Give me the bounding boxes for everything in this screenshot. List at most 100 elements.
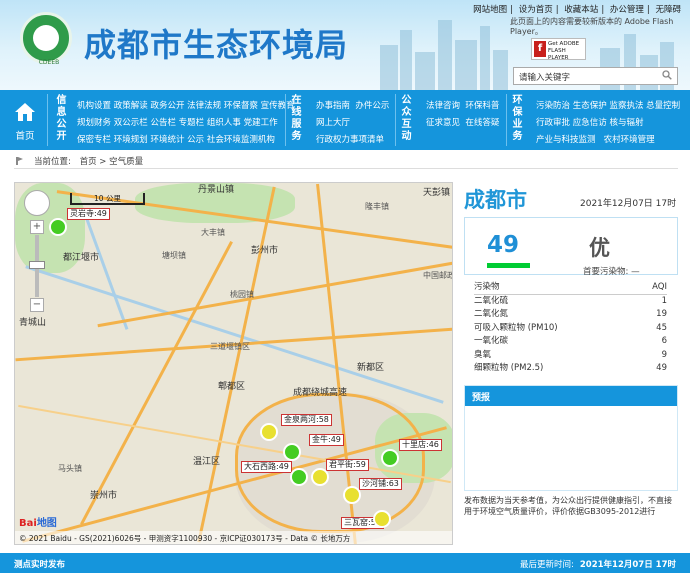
map-place: 都江堰市	[63, 253, 100, 263]
top-link-set-home[interactable]: 设为首页	[519, 5, 553, 15]
nav-link[interactable]: 法律咨询 环保科普	[426, 99, 499, 111]
map-place: 成都绕城高速	[293, 388, 348, 398]
station-marker[interactable]	[343, 486, 361, 504]
site-header: CDEEB 成都市生态环境局 网站地图 | 设为首页 | 收藏本站 | 办公管理 | 无…	[0, 0, 690, 90]
aqi-level-bar	[487, 263, 530, 268]
main-nav: 首页 信息公开 机构设置 政策解读 政务公开 法律法规 环保督察 宣传教育 规划…	[0, 90, 690, 150]
forecast-panel: 预报	[464, 385, 678, 491]
nav-group-info[interactable]: 信息公开	[55, 95, 68, 143]
station-label: 君平街:59	[326, 459, 369, 471]
map-place: 马头镇	[58, 464, 82, 473]
station-marker[interactable]	[283, 443, 301, 461]
map-place: 温江区	[193, 457, 221, 467]
air-quality-map[interactable]: 丹景山镇 大丰镇 都江堰市 彭州市 塘坝镇 隆丰镇 天彭镇 青城山 桃园镇 三道…	[14, 182, 453, 545]
top-link-office[interactable]: 办公管理	[610, 5, 644, 15]
nav-link[interactable]: 产业与科技监测 农村环境管理	[536, 133, 655, 145]
aqi-summary: 49 优 首要污染物: —	[464, 217, 678, 277]
station-marker[interactable]	[373, 510, 391, 528]
map-compass[interactable]	[24, 190, 50, 216]
station-label: 沙河铺:63	[359, 478, 402, 490]
nav-link[interactable]: 征求意见 在线答疑	[426, 116, 499, 128]
disclaimer-text: 发布数据为当天参考值，为公众出行提供健康指引，不直接用于环境空气质量评价，评价依…	[464, 496, 672, 516]
aqi-level: 优	[589, 236, 610, 260]
breadcrumb-home[interactable]: 首页	[80, 157, 97, 167]
site-title: 成都市生态环境局	[84, 26, 349, 64]
nav-link[interactable]: 办事指南 办件公示	[316, 99, 389, 111]
top-link-bookmark[interactable]: 收藏本站	[564, 5, 598, 15]
aqi-value: 49	[487, 232, 520, 258]
footer-title: 测点实时发布	[14, 560, 66, 570]
map-place: 塘坝镇	[162, 251, 186, 260]
nav-group-interaction[interactable]: 公众互动	[400, 95, 413, 143]
station-marker[interactable]	[290, 468, 308, 486]
nav-link[interactable]: 规划财务 双公示栏 公告栏 专题栏 组织人事 党建工作	[77, 116, 278, 128]
map-place: 彭州市	[251, 246, 279, 256]
search-placeholder: 请输入关键字	[519, 73, 571, 83]
baidu-logo: Bai地图	[19, 518, 57, 529]
map-place: 丹景山镇	[198, 185, 235, 195]
breadcrumb: 当前位置: 首页 > 空气质量	[14, 153, 678, 169]
map-place: 天彭镇	[423, 188, 451, 198]
get-flash-button[interactable]: f Get ADOBE FLASH PLAYER	[531, 38, 586, 61]
zoom-slider-handle[interactable]	[29, 261, 45, 269]
nav-link[interactable]: 保密专栏 环境规划 环境统计 公示 社会环境监测机构	[77, 133, 275, 145]
map-scale: 10 公里	[70, 193, 145, 205]
search-input[interactable]: 请输入关键字	[513, 67, 678, 85]
zoom-in-button[interactable]: +	[30, 220, 44, 234]
map-place: 桃园镇	[230, 290, 254, 299]
zoom-out-button[interactable]: −	[30, 298, 44, 312]
station-label: 金牛:49	[309, 434, 344, 446]
station-label: 灵岩寺:49	[67, 208, 110, 220]
search-icon[interactable]	[662, 70, 672, 80]
table-header: 污染物 AQI	[474, 281, 667, 295]
station-label: 金泉两河:58	[281, 414, 332, 426]
map-place: 大丰镇	[201, 228, 225, 237]
nav-link[interactable]: 行政权力事项清单	[316, 133, 384, 145]
last-update: 最后更新时间: 2021年12月07日 17时	[520, 560, 676, 570]
home-icon	[15, 103, 35, 121]
map-place: 三道堰镇区	[210, 342, 250, 351]
map-place: 郫都区	[218, 382, 246, 392]
nav-link[interactable]: 网上大厅	[316, 116, 350, 128]
table-row: 二氧化硫 1	[474, 295, 667, 306]
nav-link[interactable]: 机构设置 政策解读 政务公开 法律法规 环保督察 宣传教育	[77, 99, 295, 111]
nav-group-business[interactable]: 环保业务	[511, 95, 524, 143]
station-marker[interactable]	[49, 218, 67, 236]
nav-home[interactable]: 首页	[8, 90, 42, 150]
map-place: 崇州市	[90, 491, 118, 501]
get-flash-label: Get ADOBE FLASH PLAYER	[548, 41, 580, 61]
breadcrumb-prefix: 当前位置:	[34, 157, 71, 167]
top-links: 网站地图 | 设为首页 | 收藏本站 | 办公管理 | 无障碍	[473, 5, 681, 15]
map-place: 隆丰镇	[365, 202, 389, 211]
table-row: 二氧化氮 19	[474, 309, 667, 319]
nav-group-service[interactable]: 在线服务	[290, 95, 303, 143]
pollutant-table: 污染物 AQI 二氧化硫 1 二氧化氮 19 可吸入颗粒物 (PM10) 45 一氧化碳…	[474, 281, 667, 376]
table-row: 可吸入颗粒物 (PM10) 45	[474, 322, 667, 333]
station-marker[interactable]	[260, 423, 278, 441]
logo-text: CDEEB	[38, 59, 60, 66]
footer-bar: 测点实时发布 最后更新时间: 2021年12月07日 17时	[0, 553, 690, 573]
nav-link[interactable]: 行政审批 应急信访 核与辐射	[536, 116, 643, 128]
forecast-title: 预报	[465, 386, 677, 406]
aqi-datetime: 2021年12月07日 17时	[580, 199, 677, 209]
top-link-accessibility[interactable]: 无障碍	[655, 5, 681, 15]
station-marker[interactable]	[381, 449, 399, 467]
map-place: 中国邮政	[423, 271, 453, 280]
site-logo[interactable]: CDEEB	[20, 12, 72, 66]
location-icon	[16, 157, 23, 165]
top-link-sitemap[interactable]: 网站地图	[473, 5, 507, 15]
logo-emblem	[33, 25, 59, 51]
nav-home-label: 首页	[15, 131, 35, 142]
map-place: 新都区	[357, 363, 385, 373]
map-copyright: © 2021 Baidu - GS(2021)6026号 - 甲测资字11009…	[15, 531, 452, 544]
nav-link[interactable]: 污染防治 生态保护 监察执法 总量控制	[536, 99, 680, 111]
flash-icon: f	[534, 41, 546, 57]
map-place: 青城山	[19, 318, 47, 328]
station-label: 十里店:46	[399, 439, 442, 451]
table-row: 臭氧 9	[474, 349, 667, 360]
table-row: 细颗粒物 (PM2.5) 49	[474, 363, 667, 373]
city-name: 成都市	[464, 188, 527, 212]
station-label: 大石西路:49	[241, 461, 292, 473]
station-marker[interactable]	[311, 468, 329, 486]
table-row: 一氧化碳 6	[474, 336, 667, 346]
